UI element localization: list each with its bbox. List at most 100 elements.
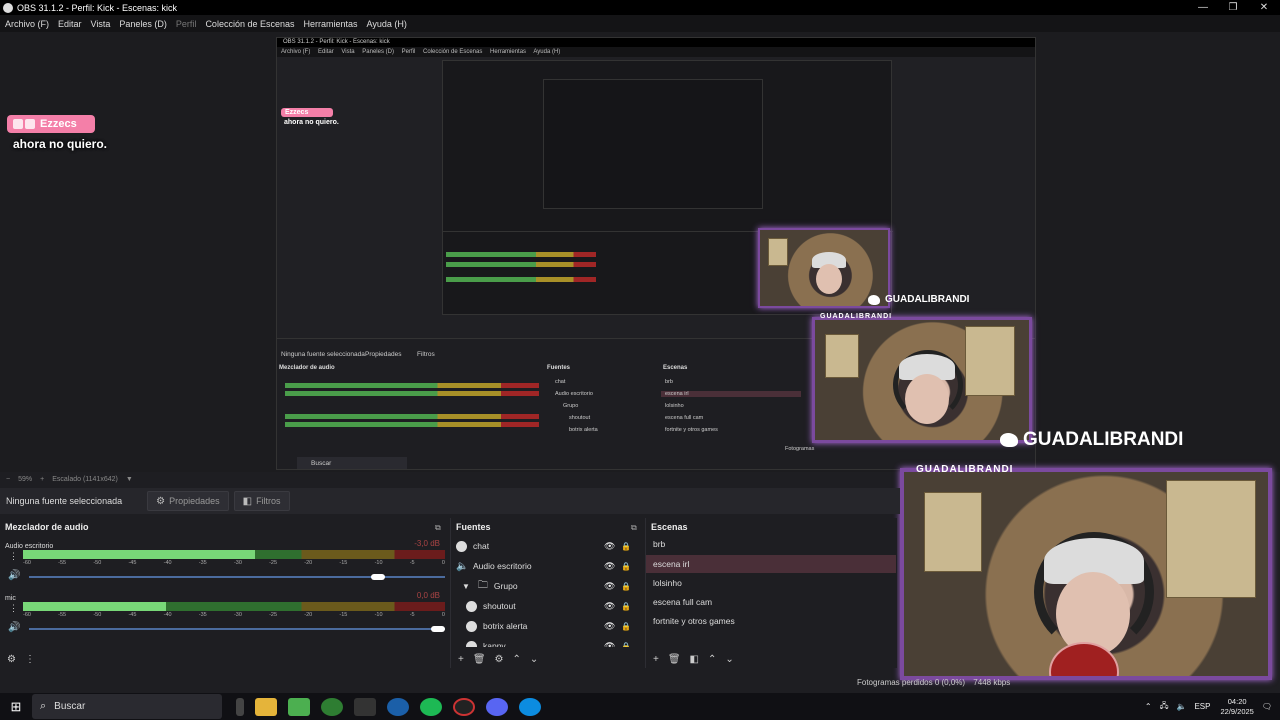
channel-menu-icon[interactable]: ⋮ xyxy=(9,603,18,614)
move-up-button[interactable]: ⌃ xyxy=(513,654,521,665)
dock-float-icon[interactable]: ⧉ xyxy=(435,523,441,533)
source-item-botrix-alerta[interactable]: botrix alerta 👁 🔒 xyxy=(456,617,636,635)
move-up-button[interactable]: ⌃ xyxy=(708,654,716,665)
menu-editar[interactable]: Editar xyxy=(58,19,82,29)
spotify-icon[interactable] xyxy=(420,697,442,716)
minecraft-icon[interactable] xyxy=(288,697,310,716)
volume-icon[interactable]: 🔈 xyxy=(1176,702,1186,711)
filters-label: Filtros xyxy=(256,496,281,506)
status-bar: Fotogramas perdidos 0 (0,0%) 7448 kbps xyxy=(857,678,1010,687)
zoom-out-button[interactable]: − xyxy=(6,476,10,483)
channel-menu-icon[interactable]: ⋮ xyxy=(9,551,18,562)
preview-canvas[interactable]: Ezzecs ahora no quiero. OBS 31.1.2 - Per… xyxy=(0,32,1280,472)
xbox-icon[interactable] xyxy=(321,697,343,716)
language-indicator[interactable]: ESP xyxy=(1194,702,1210,711)
filters-button[interactable]: ◧ Filtros xyxy=(233,491,290,511)
zoom-percent[interactable]: 59% xyxy=(18,476,32,483)
eye-icon[interactable]: 👁 xyxy=(604,561,615,572)
channel-name: Audio escritorio xyxy=(5,543,54,550)
restore-button[interactable]: ❐ xyxy=(1217,0,1249,15)
add-source-button[interactable]: + xyxy=(458,654,464,665)
lock-icon[interactable]: 🔒 xyxy=(621,622,631,631)
menu-coleccion-escenas[interactable]: Colección de Escenas xyxy=(205,19,294,29)
speaker-icon[interactable]: 🔊 xyxy=(8,570,20,581)
speaker-icon[interactable]: 🔊 xyxy=(8,622,20,633)
add-scene-button[interactable]: + xyxy=(653,654,659,665)
webcam-nested-medium xyxy=(812,317,1032,443)
scaled-resolution[interactable]: Escalado (1141x642) xyxy=(52,476,118,483)
menu-perfil[interactable]: Perfil xyxy=(176,19,197,29)
scale-tick: -5 xyxy=(409,560,415,566)
scene-item-escena-full-cam[interactable]: escena full cam xyxy=(646,593,896,611)
source-item-audio-escritorio[interactable]: 🔈 Audio escritorio 👁 🔒 xyxy=(456,557,636,575)
obs-logo-icon xyxy=(3,2,13,13)
nested-source: Audio escritorio xyxy=(555,391,593,397)
nested-chat-username: Ezzecs xyxy=(281,108,333,117)
collapse-arrow-icon[interactable]: ▼ xyxy=(462,582,470,591)
volume-slider-knob[interactable] xyxy=(371,574,385,580)
eye-icon[interactable]: 👁 xyxy=(604,641,615,648)
taskbar-search[interactable]: ⌕ Buscar xyxy=(32,694,222,719)
filter-icon: ◧ xyxy=(242,495,253,507)
nested-scene: escena irl xyxy=(661,391,801,397)
source-item-shoutout[interactable]: shoutout 👁 🔒 xyxy=(456,597,636,615)
source-item-chat[interactable]: chat 👁 🔒 xyxy=(456,537,636,555)
move-down-button[interactable]: ⌄ xyxy=(530,654,538,665)
scene-item-escena-irl[interactable]: escena irl xyxy=(646,555,896,573)
scale-tick: -10 xyxy=(374,560,383,566)
remove-source-button[interactable]: 🗑 xyxy=(473,654,486,665)
menu-herramientas[interactable]: Herramientas xyxy=(304,19,358,29)
db-scale: -60 -55 -50 -45 -40 -35 -30 -25 -20 -15 … xyxy=(23,560,445,566)
lock-icon[interactable]: 🔒 xyxy=(621,582,631,591)
minimize-button[interactable]: — xyxy=(1187,0,1219,15)
lock-icon[interactable]: 🔒 xyxy=(621,602,631,611)
move-down-button[interactable]: ⌄ xyxy=(725,654,733,665)
network-icon[interactable]: 🖧 xyxy=(1160,700,1169,714)
volume-slider-knob[interactable] xyxy=(431,626,445,632)
scene-item-brb[interactable]: brb xyxy=(646,535,896,553)
remove-scene-button[interactable]: 🗑 xyxy=(668,654,681,665)
scene-filters-icon[interactable]: ◧ xyxy=(690,654,699,665)
menu-vista[interactable]: Vista xyxy=(91,19,111,29)
scene-item-lolsinho[interactable]: lolsinho xyxy=(646,574,896,592)
epic-games-icon[interactable] xyxy=(354,697,376,716)
scene-item-fortnite[interactable]: fortnite y otros games xyxy=(646,612,896,630)
zoom-in-button[interactable]: + xyxy=(40,476,44,483)
eye-icon[interactable]: 👁 xyxy=(604,581,615,592)
gear-icon[interactable]: ⚙ xyxy=(495,654,504,665)
volume-slider[interactable] xyxy=(29,628,445,630)
gear-icon[interactable]: ⚙ xyxy=(7,654,16,665)
lock-icon[interactable]: 🔒 xyxy=(621,542,631,551)
nested-menu-item: Archivo (F) xyxy=(281,49,311,55)
obs-icon[interactable] xyxy=(453,697,475,716)
clock[interactable]: 04:20 22/9/2025 xyxy=(1220,697,1253,717)
more-options-icon[interactable]: ⋮ xyxy=(25,654,35,665)
twitter-icon xyxy=(1000,433,1018,447)
chevron-up-icon[interactable]: ⌃ xyxy=(1145,702,1152,711)
menu-archivo[interactable]: Archivo (F) xyxy=(5,19,49,29)
lock-icon[interactable]: 🔒 xyxy=(621,642,631,648)
poster xyxy=(1166,480,1256,598)
cam-label: GUADALIBRANDI xyxy=(916,464,1014,475)
eye-icon[interactable]: 👁 xyxy=(604,621,615,632)
source-label: Audio escritorio xyxy=(473,561,532,571)
chevron-down-icon[interactable]: ▼ xyxy=(126,476,133,483)
file-explorer-icon[interactable] xyxy=(255,697,277,716)
close-button[interactable]: ✕ xyxy=(1248,0,1280,15)
menu-paneles[interactable]: Paneles (D) xyxy=(119,19,167,29)
source-item-kappy[interactable]: kappy 👁 🔒 xyxy=(456,637,636,647)
nested-scenes-title: Escenas xyxy=(663,365,688,371)
steam-icon[interactable] xyxy=(387,697,409,716)
windows-start-icon[interactable]: ⊞ xyxy=(0,699,32,715)
discord-icon[interactable] xyxy=(486,697,508,716)
task-view-icon[interactable] xyxy=(236,697,244,716)
eye-icon[interactable]: 👁 xyxy=(604,601,615,612)
menu-ayuda[interactable]: Ayuda (H) xyxy=(367,19,407,29)
lock-icon[interactable]: 🔒 xyxy=(621,562,631,571)
properties-button[interactable]: ⚙ Propiedades xyxy=(147,491,229,511)
eye-icon[interactable]: 👁 xyxy=(604,541,615,552)
source-item-grupo[interactable]: ▼ 🗀 Grupo 👁 🔒 xyxy=(456,577,636,595)
edge-icon[interactable] xyxy=(519,697,541,716)
dock-float-icon[interactable]: ⧉ xyxy=(631,523,637,533)
notification-icon[interactable]: 🗨 xyxy=(1262,702,1272,711)
